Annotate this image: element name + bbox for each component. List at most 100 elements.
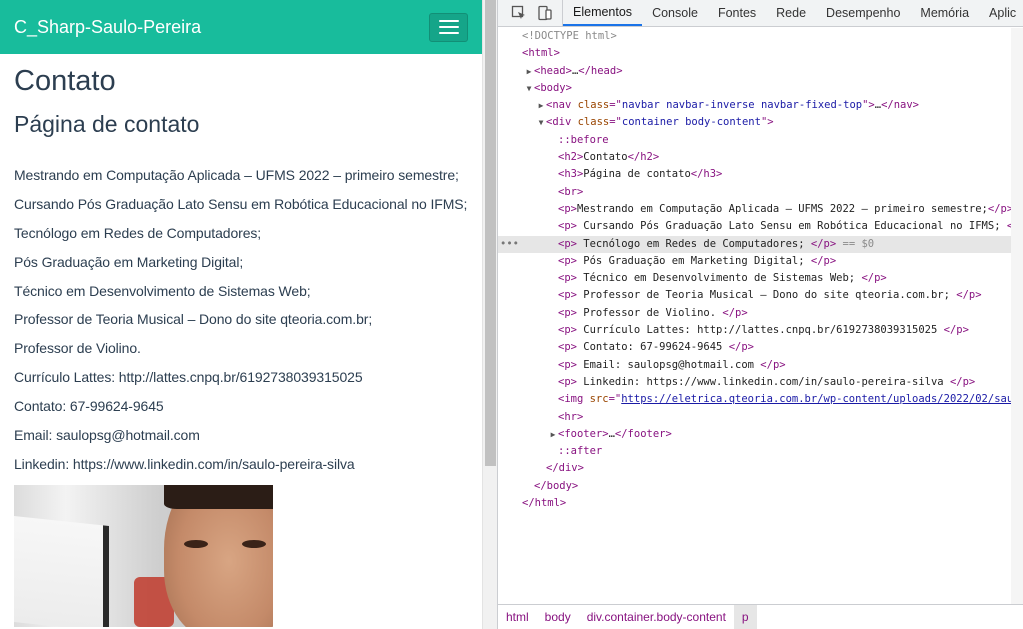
dom-token-tag: =" [609, 99, 622, 112]
dom-node-line[interactable]: <p> Email: saulopsg@hotmail.com </p> [498, 357, 1023, 374]
dom-node-line[interactable]: <hr> [498, 409, 1023, 426]
devtools-tab-desempenho[interactable]: Desempenho [816, 0, 910, 26]
dom-node-line[interactable]: </body> [498, 478, 1023, 495]
collapse-arrow-icon[interactable]: ▼ [524, 80, 534, 97]
dom-node-line[interactable]: <h3>Página de contato</h3> [498, 166, 1023, 183]
dom-node-line[interactable]: ::after [498, 443, 1023, 460]
content-paragraph: Professor de Teoria Musical – Dono do si… [14, 311, 373, 328]
dom-token-tag: </html> [522, 497, 567, 510]
dom-node-line[interactable]: <p> Professor de Teoria Musical – Dono d… [498, 287, 1023, 304]
dom-token-text: Linkedin: https://www.linkedin.com/in/sa… [576, 375, 950, 388]
navbar: C_Sharp-Saulo-Pereira [0, 0, 482, 54]
dom-token-text: Pós Graduação em Marketing Digital; [576, 254, 811, 267]
dom-token-tag: <div [546, 116, 578, 129]
dom-token-link[interactable]: https://eletrica.qteoria.com.br/wp-conte… [621, 393, 1013, 405]
dom-node-line[interactable]: <p> Cursando Pós Graduação Lato Sensu em… [498, 218, 1023, 235]
devtools-tab-aplic[interactable]: Aplic [979, 0, 1023, 26]
dom-token-tag: <nav [546, 99, 578, 112]
dom-token-tag: "> [862, 99, 875, 112]
dom-token-attr: class [577, 116, 610, 129]
dom-node-line[interactable]: ▶ <nav class="navbar navbar-inverse navba… [498, 97, 1023, 114]
expand-arrow-icon[interactable]: ▶ [536, 97, 546, 114]
dom-token-tag: <body> [534, 81, 572, 94]
devtools-tab-console[interactable]: Console [642, 0, 708, 26]
dom-token-tag: </h2> [627, 151, 660, 164]
breadcrumb-item[interactable]: div.container.body-content [579, 605, 734, 629]
navbar-brand[interactable]: C_Sharp-Saulo-Pereira [14, 17, 201, 38]
devtools-tabs: Elementos Console Fontes Rede Desempenho Memó… [563, 0, 1023, 26]
dom-node-line[interactable]: ▼ <body> [498, 80, 1023, 97]
dom-node-line[interactable]: <p> Linkedin: https://www.linkedin.com/i… [498, 374, 1023, 391]
breadcrumb-item[interactable]: p [733, 604, 757, 629]
dom-node-line[interactable]: <p> Técnico em Desenvolvimento de Sistem… [498, 270, 1023, 287]
devtools-tab-elementos[interactable]: Elementos [563, 0, 643, 26]
breadcrumb-item[interactable]: body [537, 605, 579, 629]
page-viewport: C_Sharp-Saulo-Pereira Contato Página de … [0, 0, 482, 629]
device-toolbar-icon[interactable] [532, 0, 558, 26]
dom-node-line[interactable]: </html> [498, 495, 1023, 512]
dom-token-tag: <p> [558, 375, 577, 388]
dom-token-tag: </p> [987, 202, 1014, 215]
dom-node-line[interactable]: ▼ <div class="container body-content"> [498, 114, 1023, 131]
dom-token-tag: </p> [943, 324, 969, 337]
dom-token-tag: <p> [558, 324, 577, 337]
dom-node-line[interactable]: <p> Professor de Violino. </p> [498, 305, 1023, 322]
dom-node-line[interactable]: ::before [498, 132, 1023, 149]
dom-token-tag: <html> [522, 47, 560, 60]
dom-token-tag: </nav> [881, 99, 920, 112]
content-paragraph: Tecnólogo em Redes de Computadores; [14, 224, 262, 241]
dom-token-tag: <p> [558, 254, 577, 267]
dom-token-val: navbar navbar-inverse navbar-fixed-top [621, 99, 863, 112]
dom-node-line[interactable]: <p>Mestrando em Computação Aplicada – UF… [498, 201, 1023, 218]
dom-token-tag: <h3> [558, 168, 584, 181]
inspect-element-icon[interactable] [506, 0, 532, 26]
content-paragraph: Email: saulopsg@hotmail.com [14, 427, 200, 444]
dom-node-line[interactable]: <br> [498, 184, 1023, 201]
dom-node-line[interactable]: </div> [498, 460, 1023, 477]
dom-node-line[interactable]: ▶ <head>…</head> [498, 63, 1023, 80]
dom-token-comment: <!DOCTYPE html> [522, 30, 617, 42]
dom-node-line[interactable]: <h2>Contato</h2> [498, 149, 1023, 166]
dom-token-tag: <p> [558, 272, 577, 285]
dom-node-line[interactable]: <p> Contato: 67-99624-9645 </p> [498, 339, 1023, 356]
devtools-breadcrumb: html body div.container.body-content p [498, 604, 1023, 629]
paragraph-list: Mestrando em Computação Aplicada – UFMS … [14, 167, 468, 473]
devtools-tab-rede[interactable]: Rede [766, 0, 816, 26]
devtools-tab-fontes[interactable]: Fontes [708, 0, 766, 26]
dom-node-line[interactable]: <html> [498, 45, 1023, 62]
dom-token-tag: <footer> [558, 427, 609, 440]
dom-token-tag: <head> [534, 64, 572, 77]
dom-token-tag: <p> [558, 237, 577, 250]
content-paragraph: Mestrando em Computação Aplicada – UFMS … [14, 167, 459, 183]
dom-token-text: Técnico em Desenvolvimento de Sistemas W… [576, 272, 862, 285]
more-options-icon[interactable]: ••• [500, 236, 519, 253]
breadcrumb-item[interactable]: html [498, 605, 537, 629]
dom-node-line[interactable]: <!DOCTYPE html> [498, 28, 1023, 45]
dom-token-tag: <h2> [558, 151, 584, 164]
expand-arrow-icon[interactable]: ▶ [524, 63, 534, 80]
dom-node-line[interactable]: <p> Pós Graduação em Marketing Digital; … [498, 253, 1023, 270]
dom-token-tag: </footer> [614, 427, 672, 440]
dom-tree-scrollbar[interactable] [1011, 28, 1023, 604]
page-title: Contato [14, 65, 116, 97]
dom-token-comment: == $0 [836, 237, 875, 250]
dom-node-line[interactable]: ••• <p> Tecnólogo em Redes de Computadore… [498, 235, 1023, 253]
navbar-toggle-button[interactable] [429, 12, 468, 42]
dom-node-line[interactable]: <p> Currículo Lattes: http://lattes.cnpq… [498, 322, 1023, 339]
dom-node-line[interactable]: ▶ <footer>…</footer> [498, 426, 1023, 443]
dom-token-tag: </p> [810, 237, 837, 250]
body-content: Contato Página de contato Mestrando em C… [0, 63, 482, 627]
dom-token-attr: src [589, 393, 609, 406]
dom-token-tag: <p> [558, 220, 577, 233]
collapse-arrow-icon[interactable]: ▼ [536, 114, 546, 131]
expand-arrow-icon[interactable]: ▶ [548, 426, 558, 443]
dom-token-tag: =" [609, 116, 622, 129]
dom-node-line[interactable]: <img src="https://eletrica.qteoria.com.b… [498, 391, 1023, 408]
dom-token-attr: class [577, 99, 610, 112]
devtools-tab-memória[interactable]: Memória [910, 0, 979, 26]
dom-tree[interactable]: <!DOCTYPE html> <html> ▶ <head>…</head> ▼ <bo… [498, 28, 1023, 604]
content-paragraph: Currículo Lattes: http://lattes.cnpq.br/… [14, 369, 363, 386]
page-scrollbar[interactable] [482, 0, 497, 629]
dom-token-text: Tecnólogo em Redes de Computadores; [576, 237, 811, 250]
page-scrollbar-thumb[interactable] [485, 0, 496, 466]
